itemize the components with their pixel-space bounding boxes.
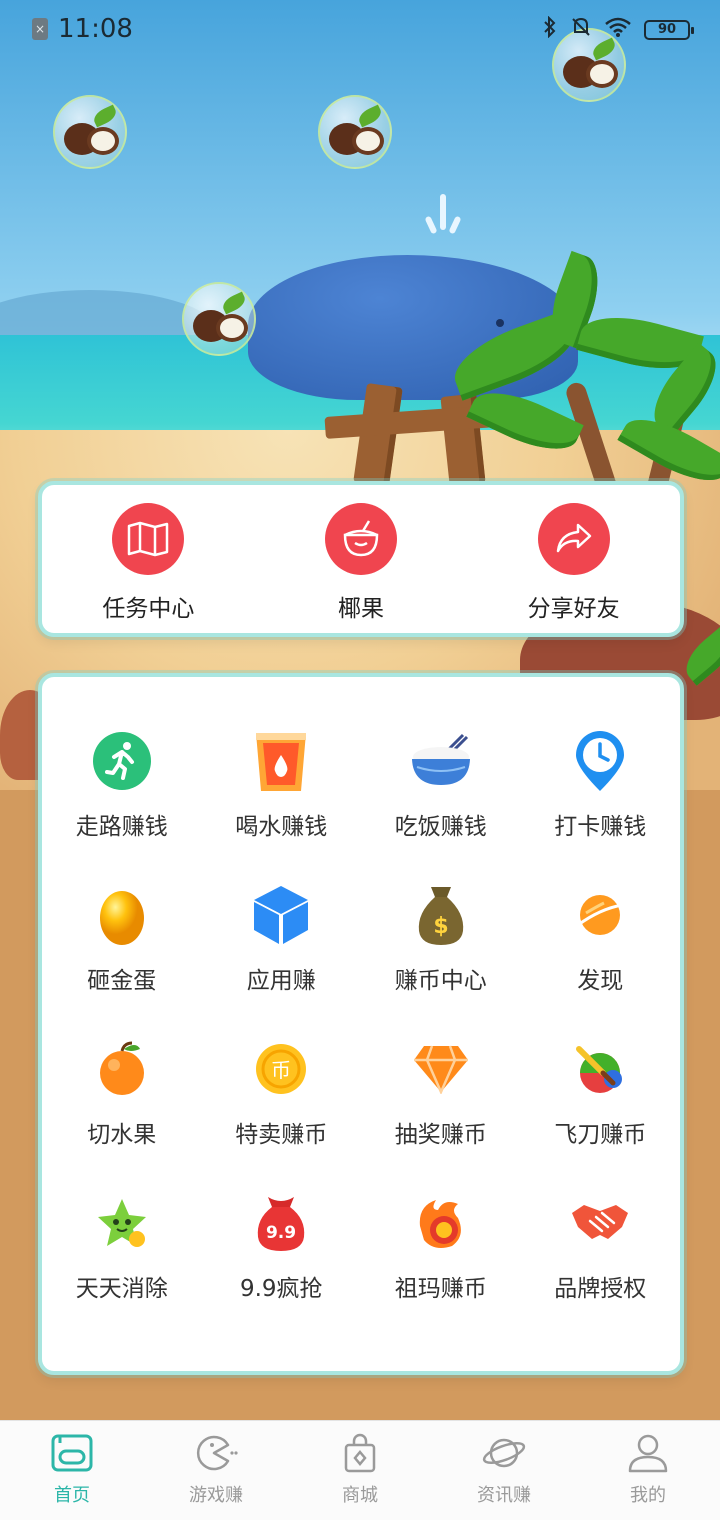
tab-label: 首页 (54, 1485, 90, 1506)
star-character-icon (90, 1191, 154, 1255)
quick-action-task-center[interactable]: 任务中心 (58, 503, 238, 623)
feature-label: 应用赚 (246, 968, 316, 994)
water-cup-icon (249, 729, 313, 793)
status-icons: 90 (542, 15, 694, 43)
feature-app-earn[interactable]: 应用赚 (202, 883, 362, 1003)
water-spout (422, 176, 462, 246)
feature-label: 赚币中心 (394, 968, 487, 994)
bottom-tab-bar: 首页 游戏赚 商城 资讯赚 我的 (0, 1420, 720, 1520)
feature-label: 走路赚钱 (75, 814, 168, 840)
feature-brand-license[interactable]: 品牌授权 (521, 1191, 681, 1311)
red-bag-icon: 9.9 (249, 1191, 313, 1255)
user-icon (628, 1434, 668, 1473)
tab-shop[interactable]: 商城 (288, 1421, 432, 1520)
tab-mine[interactable]: 我的 (576, 1421, 720, 1520)
feature-label: 砸金蛋 (87, 968, 157, 994)
planet-outline-icon (482, 1438, 526, 1468)
share-icon (537, 503, 610, 575)
coin-icon: 币 (249, 1037, 313, 1101)
coconut-bubble[interactable] (53, 95, 127, 169)
game-icon (196, 1435, 238, 1471)
feature-coin-center[interactable]: $ 赚币中心 (361, 883, 521, 1003)
feature-label: 发现 (577, 968, 624, 994)
quick-action-share[interactable]: 分享好友 (484, 503, 664, 623)
feature-golden-egg[interactable]: 砸金蛋 (42, 883, 202, 1003)
quick-action-coconut[interactable]: 椰果 (271, 503, 451, 623)
coconut-bubble[interactable] (318, 95, 392, 169)
red-bag-badge: 9.9 (266, 1223, 296, 1243)
feature-daily-match[interactable]: 天天消除 (42, 1191, 202, 1311)
home-icon (51, 1434, 93, 1472)
feature-label: 9.9疯抢 (239, 1276, 323, 1302)
tab-label: 游戏赚 (189, 1485, 243, 1506)
tab-game-earn[interactable]: 游戏赚 (144, 1421, 288, 1520)
mute-icon (570, 16, 592, 43)
svg-text:币: 币 (271, 1058, 291, 1082)
feature-lottery-coin[interactable]: 抽奖赚币 (361, 1037, 521, 1157)
feature-label: 祖玛赚币 (394, 1276, 487, 1302)
feature-eat-earn[interactable]: 吃饭赚钱 (361, 729, 521, 849)
rice-bowl-icon (409, 729, 473, 793)
feature-checkin-earn[interactable]: 打卡赚钱 (521, 729, 681, 849)
planet-icon (568, 883, 632, 947)
coconut-drink-icon (324, 503, 397, 575)
svg-text:$: $ (433, 914, 448, 939)
clock-pin-icon (568, 729, 632, 793)
feature-discover[interactable]: 发现 (521, 883, 681, 1003)
feature-9-9-rush[interactable]: 9.9 9.9疯抢 (202, 1191, 362, 1311)
feature-label: 飞刀赚币 (554, 1122, 647, 1148)
quick-action-label: 椰果 (337, 596, 384, 622)
wifi-icon (604, 16, 632, 43)
sim-off-icon: × (32, 18, 48, 40)
fire-coin-icon (409, 1191, 473, 1255)
feature-label: 天天消除 (75, 1276, 168, 1302)
tab-news-earn[interactable]: 资讯赚 (432, 1421, 576, 1520)
tab-label: 我的 (630, 1485, 666, 1506)
features-card: 走路赚钱 喝水赚钱 吃饭赚钱 打卡赚钱 砸金蛋 应用赚 $ 赚币中心 发现 切水… (38, 673, 684, 1375)
feature-zuma-coin[interactable]: 祖玛赚币 (361, 1191, 521, 1311)
status-bar: × 11:08 90 (0, 0, 720, 58)
feature-walk-earn[interactable]: 走路赚钱 (42, 729, 202, 849)
feature-label: 打卡赚钱 (554, 814, 647, 840)
feature-label: 吃饭赚钱 (394, 814, 487, 840)
feature-drink-earn[interactable]: 喝水赚钱 (202, 729, 362, 849)
money-bag-icon: $ (409, 883, 473, 947)
cube-icon (249, 883, 313, 947)
feature-label: 抽奖赚币 (394, 1122, 487, 1148)
orange-icon (90, 1037, 154, 1101)
status-time: 11:08 (58, 14, 133, 44)
handshake-icon (568, 1191, 632, 1255)
running-icon (90, 729, 154, 793)
feature-label: 品牌授权 (554, 1276, 647, 1302)
feature-cut-fruit[interactable]: 切水果 (42, 1037, 202, 1157)
feature-knife-coin[interactable]: 飞刀赚币 (521, 1037, 681, 1157)
golden-egg-icon (90, 883, 154, 947)
tab-label: 商城 (342, 1485, 378, 1506)
fruit-knife-icon (568, 1037, 632, 1101)
quick-action-label: 任务中心 (102, 596, 195, 622)
tab-label: 资讯赚 (477, 1485, 531, 1506)
quick-action-label: 分享好友 (527, 596, 620, 622)
feature-label: 特卖赚币 (235, 1122, 328, 1148)
map-icon (112, 503, 185, 575)
features-grid: 走路赚钱 喝水赚钱 吃饭赚钱 打卡赚钱 砸金蛋 应用赚 $ 赚币中心 发现 切水… (42, 729, 680, 1311)
shop-bag-icon (344, 1433, 376, 1473)
feature-label: 喝水赚钱 (235, 814, 328, 840)
quick-actions-card: 任务中心 椰果 分享好友 (38, 481, 684, 637)
feature-sale-coin[interactable]: 币 特卖赚币 (202, 1037, 362, 1157)
coconut-bubble[interactable] (182, 282, 256, 356)
diamond-icon (409, 1037, 473, 1101)
battery-indicator: 90 (644, 19, 694, 40)
feature-label: 切水果 (87, 1122, 157, 1148)
bluetooth-icon (542, 15, 558, 43)
tab-home[interactable]: 首页 (0, 1421, 144, 1520)
